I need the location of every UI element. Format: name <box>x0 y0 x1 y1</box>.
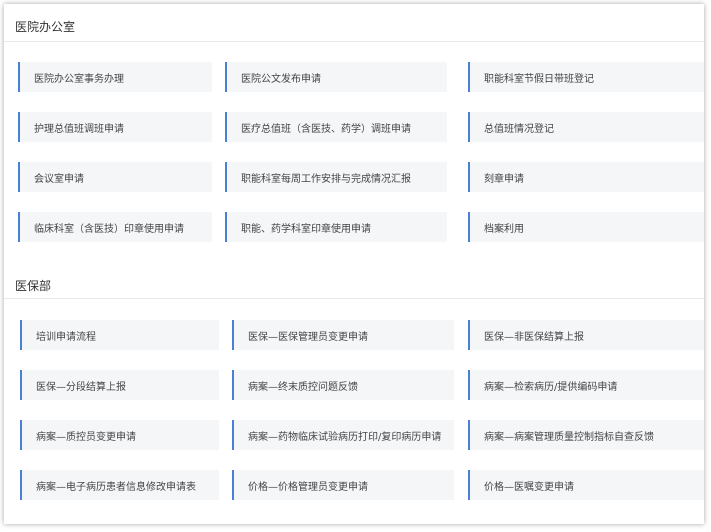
item-non-insurance-settlement[interactable]: 医保—非医保结算上报 <box>468 320 704 350</box>
section-divider <box>4 298 704 299</box>
item-seal-engraving[interactable]: 刻章申请 <box>468 162 704 192</box>
item-emr-patient-info-change[interactable]: 病案—电子病历患者信息修改申请表 <box>20 470 219 500</box>
item-office-affairs[interactable]: 医院办公室事务办理 <box>18 62 212 92</box>
section-title-insurance: 医保部 <box>15 279 52 293</box>
item-price-admin-change[interactable]: 价格—价格管理员变更申请 <box>232 470 454 500</box>
item-archive-use[interactable]: 档案利用 <box>468 212 704 242</box>
item-training-application[interactable]: 培训申请流程 <box>20 320 219 350</box>
item-segmented-settlement[interactable]: 医保—分段结算上报 <box>20 370 219 400</box>
item-holiday-duty-register[interactable]: 职能科室节假日带班登记 <box>468 62 704 92</box>
item-qc-staff-change[interactable]: 病案—质控员变更申请 <box>20 420 219 450</box>
item-record-search-coding[interactable]: 病案—检索病历/提供编码申请 <box>468 370 704 400</box>
item-functional-seal-use[interactable]: 职能、药学科室印章使用申请 <box>225 212 447 242</box>
item-medical-shift-swap[interactable]: 医疗总值班（含医技、药学）调班申请 <box>225 112 447 142</box>
item-final-qc-feedback[interactable]: 病案—终末质控问题反馈 <box>232 370 454 400</box>
item-insurance-admin-change[interactable]: 医保—医保管理员变更申请 <box>232 320 454 350</box>
item-clinical-seal-use[interactable]: 临床科室（含医技）印章使用申请 <box>18 212 212 242</box>
item-meeting-room[interactable]: 会议室申请 <box>18 162 212 192</box>
section-title-office: 医院办公室 <box>15 20 76 34</box>
item-order-change[interactable]: 价格—医嘱变更申请 <box>468 470 704 500</box>
section-divider <box>4 41 704 42</box>
item-document-publish[interactable]: 医院公文发布申请 <box>225 62 447 92</box>
item-duty-status-register[interactable]: 总值班情况登记 <box>468 112 704 142</box>
item-record-quality-selfcheck[interactable]: 病案—病案管理质量控制指标自查反馈 <box>468 420 704 450</box>
item-nursing-shift-swap[interactable]: 护理总值班调班申请 <box>18 112 212 142</box>
item-weekly-work-report[interactable]: 职能科室每周工作安排与完成情况汇报 <box>225 162 447 192</box>
item-trial-record-print[interactable]: 病案—药物临床试验病历打印/复印病历申请 <box>232 420 454 450</box>
app-frame: 医院办公室 医院办公室事务办理 医院公文发布申请 职能科室节假日带班登记 护理总… <box>4 4 704 524</box>
